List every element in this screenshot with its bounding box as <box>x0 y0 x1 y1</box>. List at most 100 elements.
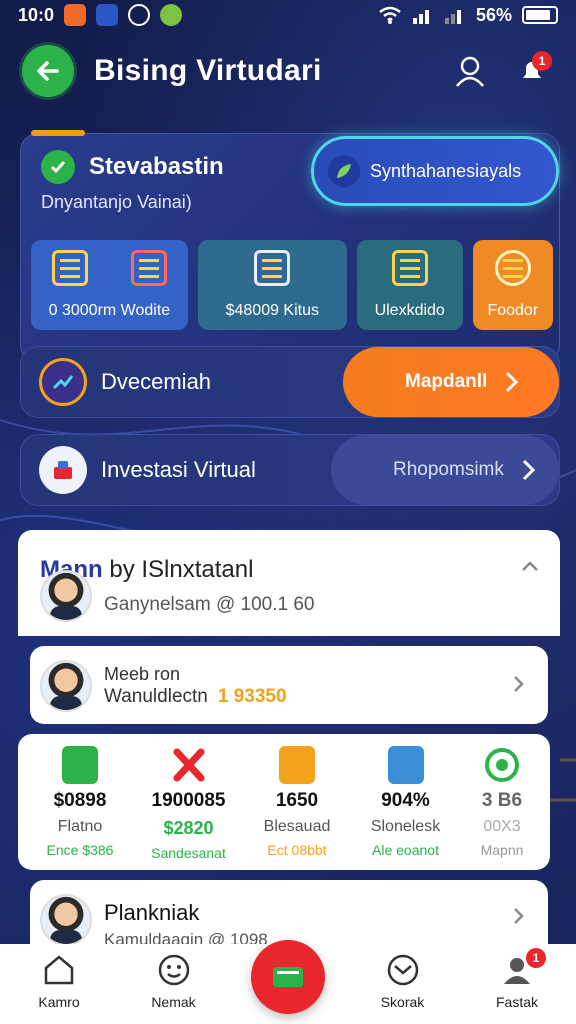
status-bar: 10:0 56% <box>0 0 576 30</box>
avatar <box>40 660 92 712</box>
stat-sub: Ect 08bbt <box>267 842 327 858</box>
tile-food[interactable]: Foodor <box>472 240 553 330</box>
sync-button[interactable]: Synthahanesiayals <box>311 136 559 206</box>
coin-icon <box>160 4 183 26</box>
profile-panel: Stevabastin Dnyantanjo Vainai) Synthahan… <box>20 130 560 363</box>
person-sub: Wanuldlectn <box>104 686 208 707</box>
row-action-button[interactable]: Rhopomsimk <box>331 435 559 505</box>
status-time: 10:0 <box>18 4 55 25</box>
nav-nemak[interactable]: Nemak <box>129 944 219 1024</box>
back-button[interactable] <box>22 45 74 97</box>
wallet-button[interactable] <box>251 940 325 1014</box>
page-title: Bising Virtudari <box>94 54 322 87</box>
nav-badge: 1 <box>526 948 546 968</box>
spreadsheet-icon <box>52 250 89 286</box>
person-name: Plankniak <box>104 900 200 925</box>
feature-tiles: 0 3000rm Wodite $48009 Kitus Ulexkdido F… <box>31 240 553 330</box>
person-card[interactable]: Meeb ron Wanuldlectn 1 93350 <box>30 646 548 724</box>
content-area: Mann by ISlnxtatanl Ganynelsam @ 100.1 6… <box>18 530 560 960</box>
document-icon <box>387 746 424 784</box>
battery-percent: 56% <box>475 4 512 25</box>
person-name: Meeb ron <box>104 664 181 684</box>
nav-skorak[interactable]: Skorak <box>358 944 448 1024</box>
notification-badge: 1 <box>532 51 552 71</box>
card-subtitle: Ganynelsam @ 100.1 60 <box>104 594 315 615</box>
chevron-up-icon[interactable] <box>520 556 540 576</box>
bottom-navigation: Kamro Nemak Skorak 1 Fastak <box>0 940 576 1024</box>
stat-item[interactable]: 1900085 $2820 Sandesanat <box>137 746 241 861</box>
chart-icon <box>130 250 167 286</box>
calendar-icon <box>279 746 315 784</box>
wifi-icon <box>379 6 401 24</box>
signal-icon-2 <box>444 10 461 24</box>
sync-label: Synthahanesiayals <box>370 160 522 181</box>
nav-label: Skorak <box>380 994 425 1010</box>
nav-center[interactable] <box>243 940 333 1024</box>
panel-accent <box>31 130 85 136</box>
target-icon <box>484 746 520 784</box>
nav-home[interactable]: Kamro <box>14 944 104 1024</box>
sync-icon <box>128 4 151 26</box>
stat-item[interactable]: 904% Slonelesk Ale eoanot <box>354 746 458 861</box>
stat-value: 3 B6 <box>481 790 523 811</box>
tile-wallet[interactable]: 0 3000rm Wodite <box>31 240 188 330</box>
stat-sub: Ence $386 <box>46 842 114 858</box>
stat-value: 1900085 <box>151 790 226 811</box>
coin-amount: 1 93350 <box>217 686 287 707</box>
stat-value: 1650 <box>275 790 319 811</box>
profile-name: Stevabastin <box>89 153 224 180</box>
tile-schedule[interactable]: Ulexkdido <box>356 240 463 330</box>
notification-button[interactable]: 1 <box>510 49 554 93</box>
calculator-icon <box>254 250 291 286</box>
profile-button[interactable] <box>448 49 492 93</box>
trend-icon <box>39 358 87 406</box>
stat-item[interactable]: 3 B6 00X3 Mapnn <box>462 746 542 861</box>
tile-label: 0 3000rm Wodite <box>48 302 171 319</box>
user-icon <box>456 56 484 87</box>
row-action-label: Rhopomsimk <box>393 459 504 480</box>
nav-label: Kamro <box>38 994 80 1010</box>
stat-sub: Ale eoanot <box>372 842 439 858</box>
stat-label: $2820 <box>163 818 214 838</box>
stat-value: $0898 <box>53 790 107 811</box>
stat-sub: Mapnn <box>480 842 524 858</box>
stats-card: $0898 Flatno Ence $386 1900085 $2820 San… <box>18 734 550 870</box>
stat-label: Slonelesk <box>370 818 441 835</box>
person-sub-row: Wanuldlectn 1 93350 <box>104 686 287 708</box>
nav-label: Nemak <box>151 994 196 1010</box>
chevron-right-icon <box>522 459 535 481</box>
chevron-right-icon[interactable] <box>508 906 528 926</box>
row-dvecemiah[interactable]: Dvecemiah Mapdanll <box>20 346 560 418</box>
nav-fastak[interactable]: 1 Fastak <box>472 944 562 1024</box>
stat-sub: Sandesanat <box>151 845 226 861</box>
nav-label: Fastak <box>495 994 538 1010</box>
stat-item[interactable]: $0898 Flatno Ence $386 <box>28 746 132 861</box>
verified-icon <box>41 150 75 184</box>
stats-row: $0898 Flatno Ence $386 1900085 $2820 San… <box>28 746 550 861</box>
mail-icon <box>387 954 418 986</box>
chevron-right-icon[interactable] <box>508 674 528 694</box>
list-icon <box>391 250 428 286</box>
wallet-icon <box>273 967 303 987</box>
profile-name-row: Stevabastin <box>41 150 224 184</box>
stat-value: 904% <box>381 790 430 811</box>
tile-label: Ulexkdido <box>374 302 445 319</box>
avatar <box>40 894 92 946</box>
tile-kitus[interactable]: $48009 Kitus <box>197 240 347 330</box>
piggy-bank-icon <box>494 250 531 286</box>
row-action-button[interactable]: Mapdanll <box>343 347 559 417</box>
profile-subtitle: Dnyantanjo Vainai) <box>41 192 192 212</box>
stat-label: Flatno <box>57 818 103 835</box>
tile-label: Foodor <box>487 302 539 319</box>
notification-icon <box>64 4 87 26</box>
wallet-icon <box>62 746 98 784</box>
investment-icon <box>39 446 87 494</box>
main-card[interactable]: Mann by ISlnxtatanl Ganynelsam @ 100.1 6… <box>18 530 560 636</box>
home-icon <box>44 955 74 985</box>
signal-icon <box>412 10 429 24</box>
leaf-icon <box>328 155 360 187</box>
card-title-text: by ISlnxtatanl <box>109 556 254 583</box>
stat-item[interactable]: 1650 Blesauad Ect 08bbt <box>245 746 349 861</box>
stat-label: 00X3 <box>483 818 521 835</box>
row-investasi-virtual[interactable]: Investasi Virtual Rhopomsimk <box>20 434 560 506</box>
